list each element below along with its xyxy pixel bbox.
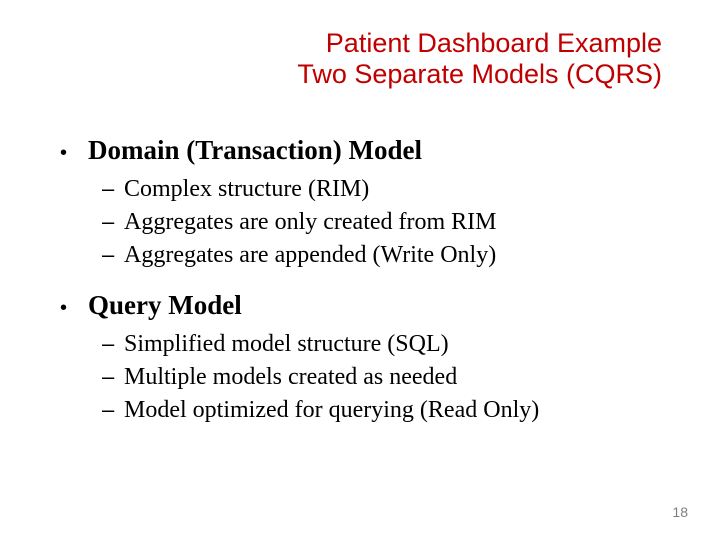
list-item: – Complex structure (RIM) <box>102 174 662 205</box>
bullet-query-model: • Query Model <box>60 289 662 323</box>
page-number: 18 <box>672 504 688 520</box>
list-item: – Model optimized for querying (Read Onl… <box>102 395 662 426</box>
slide-content: • Domain (Transaction) Model – Complex s… <box>60 128 662 445</box>
dash-icon: – <box>102 176 124 202</box>
bullet-label: Domain (Transaction) Model <box>88 134 422 168</box>
title-line-1: Patient Dashboard Example <box>297 28 662 59</box>
dash-icon: – <box>102 364 124 390</box>
list-item: – Simplified model structure (SQL) <box>102 329 662 360</box>
dash-icon: – <box>102 397 124 423</box>
slide-title: Patient Dashboard Example Two Separate M… <box>297 28 662 90</box>
title-line-2: Two Separate Models (CQRS) <box>297 59 662 90</box>
dash-icon: – <box>102 242 124 268</box>
sub-group-domain: – Complex structure (RIM) – Aggregates a… <box>102 174 662 272</box>
bullet-label: Query Model <box>88 289 242 323</box>
sub-label: Model optimized for querying (Read Only) <box>124 395 539 426</box>
sub-label: Simplified model structure (SQL) <box>124 329 449 360</box>
sub-label: Aggregates are only created from RIM <box>124 207 497 238</box>
slide: Patient Dashboard Example Two Separate M… <box>0 0 720 540</box>
sub-label: Aggregates are appended (Write Only) <box>124 240 496 271</box>
sub-group-query: – Simplified model structure (SQL) – Mul… <box>102 329 662 427</box>
dash-icon: – <box>102 331 124 357</box>
sub-label: Complex structure (RIM) <box>124 174 369 205</box>
list-item: – Aggregates are appended (Write Only) <box>102 240 662 271</box>
list-item: – Multiple models created as needed <box>102 362 662 393</box>
dash-icon: – <box>102 209 124 235</box>
sub-label: Multiple models created as needed <box>124 362 457 393</box>
bullet-icon: • <box>60 297 88 320</box>
bullet-domain-model: • Domain (Transaction) Model <box>60 134 662 168</box>
bullet-icon: • <box>60 142 88 165</box>
list-item: – Aggregates are only created from RIM <box>102 207 662 238</box>
